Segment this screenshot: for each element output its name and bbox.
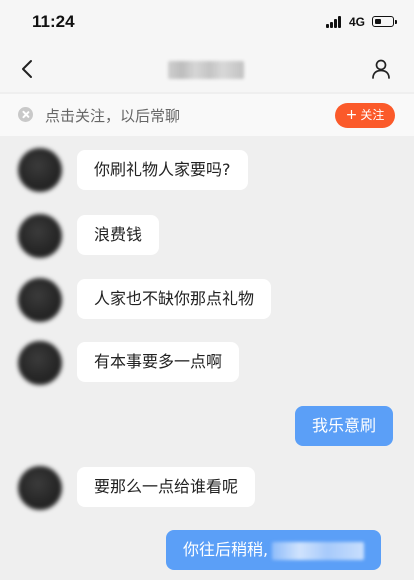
follow-banner: 点击关注，以后常聊 + 关注 — [0, 94, 414, 136]
network-label: 4G — [349, 15, 366, 29]
message-bubble-incoming: 要那么一点给谁看呢 — [77, 467, 256, 507]
message-bubble-outgoing: 你往后稍稍, — [166, 530, 382, 570]
contact-avatar[interactable] — [18, 214, 62, 258]
message-text: 你往后稍稍, — [183, 540, 269, 559]
profile-icon[interactable] — [370, 58, 392, 80]
contact-avatar[interactable] — [18, 341, 62, 385]
redacted-text — [272, 541, 365, 560]
contact-avatar[interactable] — [18, 278, 62, 322]
follow-prompt: 点击关注，以后常聊 — [45, 107, 181, 125]
message-bubble-incoming: 人家也不缺你那点礼物 — [77, 279, 272, 319]
contact-avatar[interactable] — [18, 148, 62, 192]
plus-icon: + — [345, 107, 358, 123]
follow-button[interactable]: + 关注 — [335, 103, 395, 128]
back-arrow-icon[interactable] — [18, 58, 38, 80]
close-icon[interactable] — [18, 107, 33, 122]
message-bubble-incoming: 有本事要多一点啊 — [77, 342, 240, 382]
message-bubble-outgoing: 我乐意刷 — [295, 406, 394, 446]
status-bar: 11:24 4G — [0, 0, 414, 46]
signal-icon — [326, 16, 344, 28]
contact-avatar[interactable] — [18, 466, 62, 510]
message-bubble-incoming: 你刷礼物人家要吗? — [77, 150, 248, 190]
nav-bar — [0, 46, 414, 92]
follow-button-label: 关注 — [360, 108, 385, 122]
battery-icon — [372, 16, 397, 27]
message-bubble-incoming: 浪费钱 — [77, 215, 160, 255]
contact-name-redacted — [168, 61, 244, 79]
status-time: 11:24 — [32, 12, 75, 31]
